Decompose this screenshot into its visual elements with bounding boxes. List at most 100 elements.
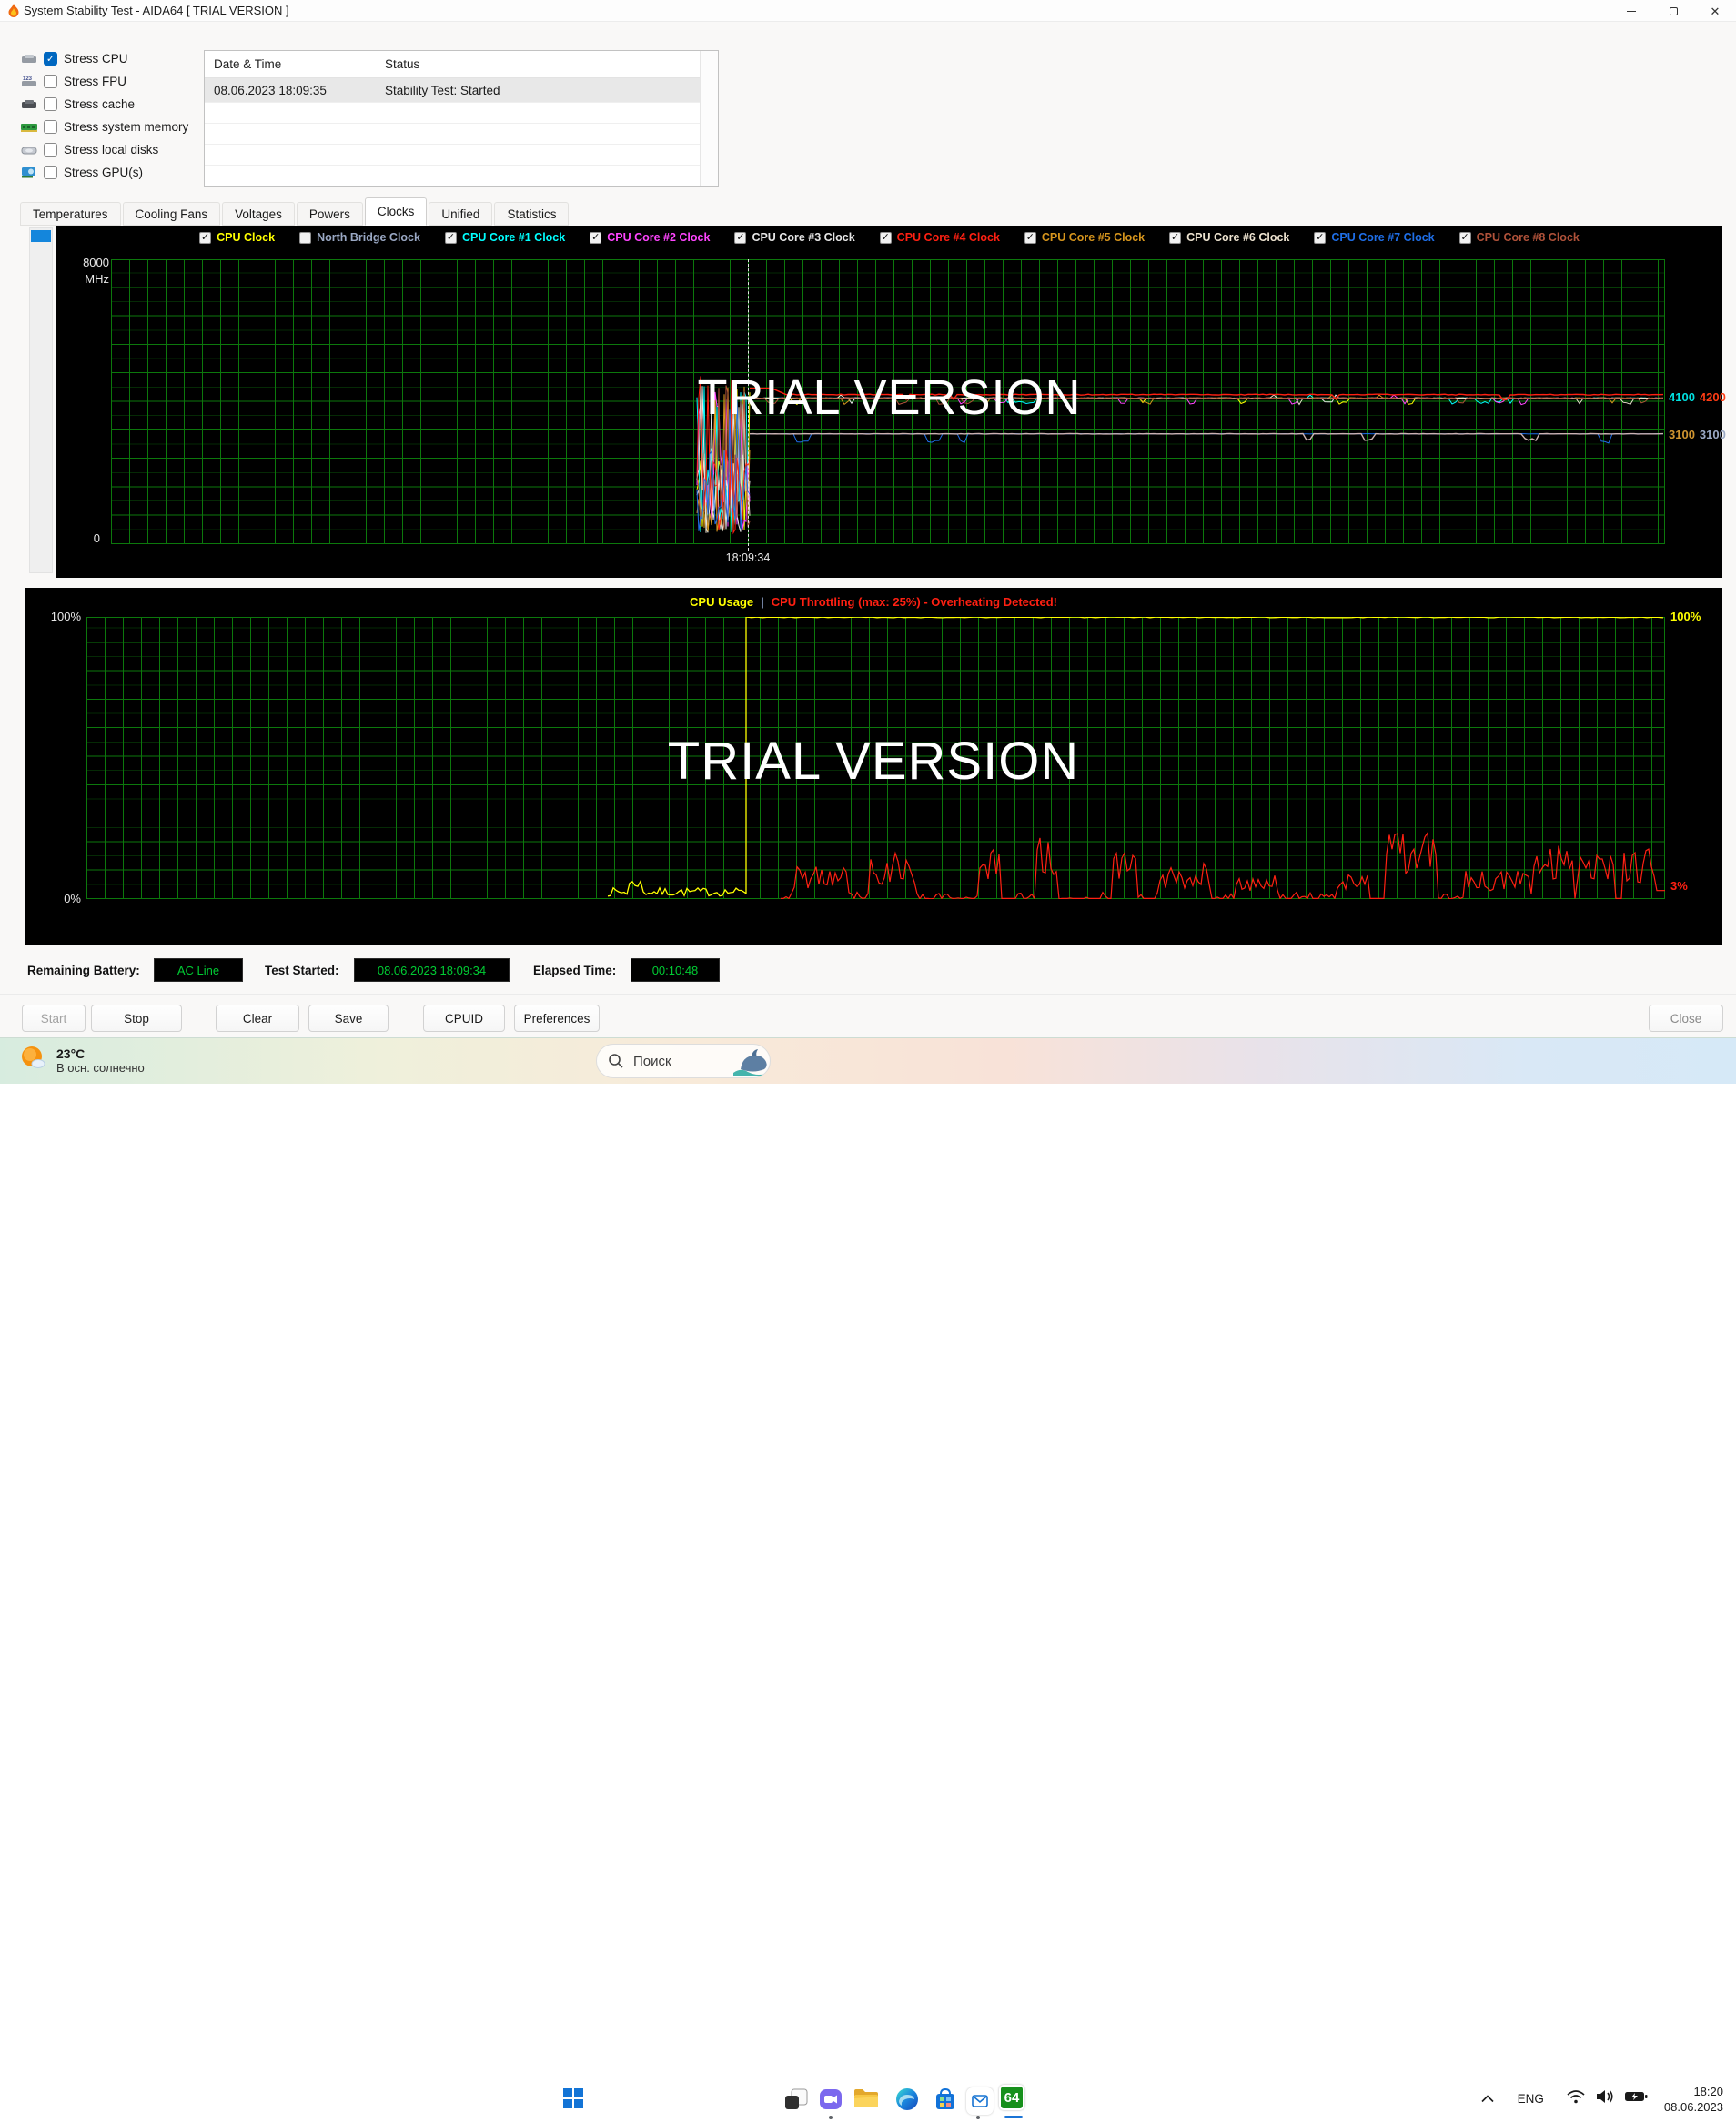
volume-icon [1596,2090,1613,2103]
stop-button[interactable]: Stop [91,1005,182,1032]
table-header: Date & Time Status [205,51,718,78]
save-button[interactable]: Save [308,1005,389,1032]
legend-item[interactable]: ✓ CPU Core #7 Clock [1314,231,1435,244]
y-unit-label: MHz [85,272,109,286]
stress-checkbox[interactable] [44,166,57,179]
tab-clocks[interactable]: Clocks [364,197,428,226]
stress-option[interactable]: Stress GPU(s) [20,161,188,184]
legend-checkbox[interactable] [299,231,312,244]
y-max-label: 8000 [83,256,109,269]
current-values-row-2: 3100 3100 [1669,428,1726,441]
search-box[interactable]: Поиск [596,1044,771,1078]
stress-checkbox[interactable] [44,75,57,88]
chevron-up-icon [1481,2094,1494,2102]
legend-item[interactable]: ✓ CPU Core #5 Clock [1024,231,1145,244]
stress-checkbox[interactable] [44,120,57,134]
legend-item[interactable]: ✓ CPU Core #2 Clock [590,231,710,244]
table-row[interactable] [205,165,718,186]
tab-cooling-fans[interactable]: Cooling Fans [122,202,221,226]
battery-value: AC Line [154,958,243,982]
ms-store-button[interactable] [934,2087,957,2116]
close-dialog-button[interactable]: Close [1649,1005,1723,1032]
search-placeholder: Поиск [633,1053,671,1069]
legend-checkbox[interactable]: ✓ [444,231,457,244]
start-button[interactable]: Start [22,1005,86,1032]
legend-label: CPU Clock [217,231,276,244]
start-menu-button[interactable] [562,2087,584,2114]
windows-logo-icon [563,2088,583,2108]
mail-app-button[interactable] [966,2087,994,2115]
volume-button[interactable] [1595,2088,1615,2109]
stress-option[interactable]: 123 Stress FPU [20,70,188,93]
usage-current-value: 100% [1670,610,1701,623]
stress-option[interactable]: Stress local disks [20,138,188,161]
legend-item[interactable]: ✓ CPU Core #8 Clock [1458,231,1580,244]
stress-option-label: Stress GPU(s) [64,166,144,179]
legend-label: CPU Core #5 Clock [1041,231,1146,244]
wifi-button[interactable] [1566,2088,1586,2109]
file-explorer-button[interactable] [853,2087,879,2114]
tray-date: 08.06.2023 [1663,2099,1723,2114]
close-button[interactable]: ✕ [1694,0,1736,22]
legend-item[interactable]: ✓ CPU Core #6 Clock [1169,231,1289,244]
stress-checkbox[interactable]: ✓ [44,52,57,66]
weather-desc: В осн. солнечно [56,1061,145,1075]
minimize-button[interactable] [1610,0,1652,22]
preferences-button[interactable]: Preferences [514,1005,600,1032]
column-header-datetime: Date & Time [214,57,282,71]
legend-checkbox[interactable]: ✓ [199,231,212,244]
disk-icon [20,144,44,157]
maximize-button[interactable] [1652,0,1694,22]
weather-widget[interactable]: 23°C В осн. солнечно [16,1042,145,1079]
elapsed-label: Elapsed Time: [533,963,617,977]
legend-item[interactable]: ✓ CPU Clock [199,231,275,244]
chat-button[interactable] [819,2087,843,2116]
stress-option-label: Stress local disks [64,143,159,157]
app-window: System Stability Test - AIDA64 [ TRIAL V… [0,0,1736,1037]
mail-running-indicator [976,2116,980,2119]
tab-temperatures[interactable]: Temperatures [20,202,121,226]
cpuid-button[interactable]: CPUID [423,1005,505,1032]
task-view-button[interactable] [784,2087,808,2116]
legend-label: CPU Core #3 Clock [752,231,855,244]
legend-checkbox[interactable]: ✓ [1024,231,1036,244]
table-row[interactable] [205,123,718,144]
usage-chart-title: CPU Usage | CPU Throttling (max: 25%) - … [25,595,1722,609]
current-values-row-1: 4100 4200 [1669,390,1726,404]
tab-voltages[interactable]: Voltages [222,202,295,226]
aida64-app-button[interactable]: 64 [999,2085,1024,2110]
tab-unified[interactable]: Unified [429,202,493,226]
language-indicator[interactable]: ENG [1518,2092,1544,2106]
table-row[interactable] [205,102,718,123]
legend-checkbox[interactable]: ✓ [1169,231,1182,244]
legend-checkbox[interactable]: ✓ [1314,231,1327,244]
legend-checkbox[interactable]: ✓ [590,231,602,244]
store-icon [936,2087,954,2109]
legend-item[interactable]: North Bridge Clock [299,231,420,244]
edge-browser-button[interactable] [895,2087,919,2116]
chat-running-indicator [829,2116,833,2119]
legend-checkbox[interactable]: ✓ [879,231,892,244]
legend-checkbox[interactable]: ✓ [734,231,747,244]
table-row[interactable]: 08.06.2023 18:09:35 Stability Test: Star… [205,78,718,102]
legend-item[interactable]: ✓ CPU Core #3 Clock [734,231,855,244]
legend-item[interactable]: ✓ CPU Core #1 Clock [444,231,565,244]
stress-checkbox[interactable] [44,97,57,111]
stress-option[interactable]: Stress system memory [20,116,188,138]
table-scrollbar[interactable] [700,51,718,186]
scrollbar-thumb[interactable] [31,230,51,242]
clear-button[interactable]: Clear [216,1005,299,1032]
table-row[interactable] [205,144,718,165]
chart-scale-scrollbar[interactable] [29,227,53,573]
battery-button[interactable] [1624,2089,1648,2108]
tray-chevron-button[interactable] [1481,2091,1494,2107]
taskbar-clock[interactable]: 18:20 08.06.2023 [1664,2084,1723,2115]
stress-option[interactable]: ✓ Stress CPU [20,47,188,70]
legend-checkbox[interactable]: ✓ [1458,231,1471,244]
legend-item[interactable]: ✓ CPU Core #4 Clock [879,231,1000,244]
stress-checkbox[interactable] [44,143,57,157]
test-started-label: Test Started: [265,963,339,977]
tab-statistics[interactable]: Statistics [494,202,570,226]
stress-option[interactable]: Stress cache [20,93,188,116]
tab-powers[interactable]: Powers [296,202,363,226]
